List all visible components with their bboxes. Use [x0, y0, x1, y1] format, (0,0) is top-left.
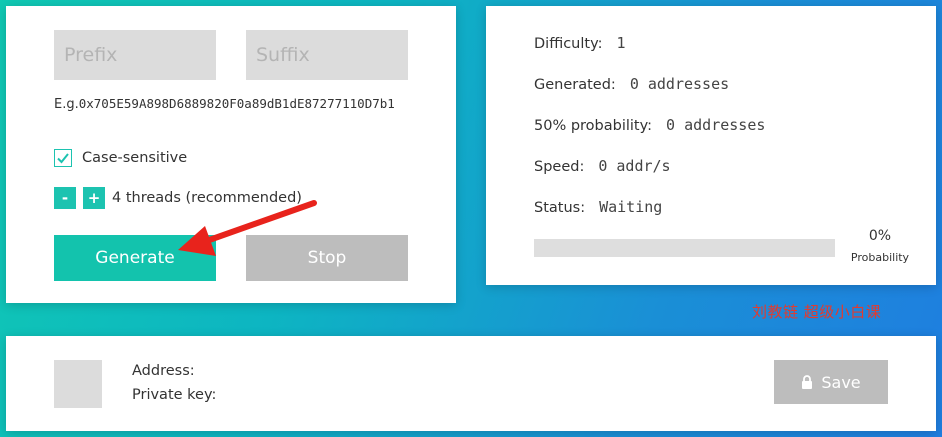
increase-threads-button[interactable]: + [83, 187, 105, 209]
input-card: E.g.0x705E59A898D6889820F0a89dB1dE872771… [6, 6, 456, 303]
example-label: E.g. [54, 97, 79, 112]
status-label: Status: [534, 200, 586, 216]
difficulty-row: Difficulty: 1 [534, 34, 626, 52]
case-sensitive-option[interactable]: Case-sensitive [54, 149, 187, 167]
address-identicon [54, 360, 102, 408]
threads-label: 4 threads (recommended) [112, 190, 302, 206]
generated-row: Generated: 0 addresses [534, 75, 729, 93]
generated-label: Generated: [534, 77, 616, 93]
speed-row: Speed: 0 addr/s [534, 157, 671, 175]
case-sensitive-checkbox[interactable] [54, 149, 72, 167]
probability-label: 50% probability: [534, 118, 653, 134]
threads-control: - + 4 threads (recommended) [54, 187, 302, 209]
generate-button[interactable]: Generate [54, 235, 216, 281]
progress-caption: Probability [850, 251, 910, 264]
example-address: E.g.0x705E59A898D6889820F0a89dB1dE872771… [54, 93, 414, 115]
checkmark-icon [57, 153, 69, 164]
prefix-input[interactable] [54, 30, 216, 80]
generated-value: 0 addresses [629, 75, 730, 93]
probability-row: 50% probability: 0 addresses [534, 116, 765, 134]
address-label: Address: [132, 363, 195, 379]
status-value: Waiting [599, 198, 663, 216]
lock-icon [801, 375, 813, 389]
difficulty-value: 1 [616, 34, 626, 52]
probability-value: 0 addresses [666, 116, 766, 134]
result-card: Address: Private key: Save [6, 336, 936, 431]
speed-label: Speed: [534, 159, 585, 175]
example-address-value: 0x705E59A898D6889820F0a89dB1dE87277110D7… [78, 96, 395, 111]
suffix-input[interactable] [246, 30, 408, 80]
probability-progress-bar [534, 239, 835, 257]
save-label: Save [821, 372, 861, 392]
save-button[interactable]: Save [774, 360, 888, 404]
stats-card: Difficulty: 1 Generated: 0 addresses 50%… [486, 6, 936, 285]
private-key-label: Private key: [132, 387, 217, 403]
difficulty-label: Difficulty: [534, 36, 603, 52]
watermark-text: 刘教链 超级小白课 [752, 303, 882, 321]
speed-value: 0 addr/s [598, 157, 671, 175]
status-row: Status: Waiting [534, 198, 662, 216]
decrease-threads-button[interactable]: - [54, 187, 76, 209]
case-sensitive-label: Case-sensitive [82, 150, 188, 166]
stop-button[interactable]: Stop [246, 235, 408, 281]
progress-percent: 0% [868, 228, 892, 244]
